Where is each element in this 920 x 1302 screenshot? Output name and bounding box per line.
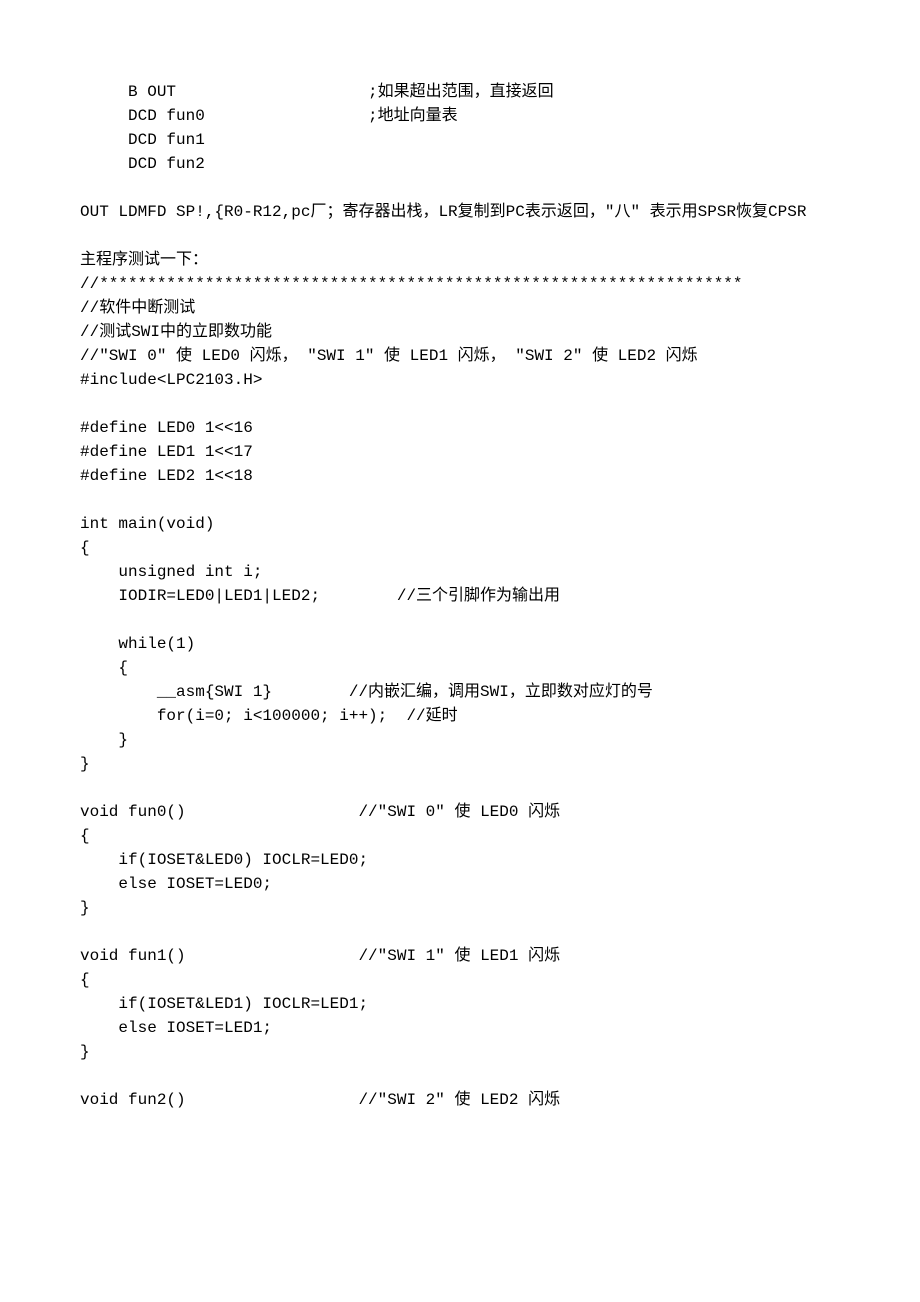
code-document: B OUT ;如果超出范围，直接返回 DCD fun0 ;地址向量表 DCD f…	[80, 80, 840, 1112]
code-line: OUT LDMFD SP!,{R0-R12,pc厂；寄存器出栈，LR复制到PC表…	[80, 200, 840, 224]
code-line: #define LED2 1<<18	[80, 464, 840, 488]
code-line: 主程序测试一下：	[80, 248, 840, 272]
code-line: //软件中断测试	[80, 296, 840, 320]
code-line	[80, 920, 840, 944]
code-line: //**************************************…	[80, 272, 840, 296]
code-line: unsigned int i;	[80, 560, 840, 584]
code-line	[80, 488, 840, 512]
code-line: int main(void)	[80, 512, 840, 536]
code-line: while(1)	[80, 632, 840, 656]
code-line: DCD fun1	[80, 128, 840, 152]
code-line: void fun1() //"SWI 1" 使 LED1 闪烁	[80, 944, 840, 968]
code-line: }	[80, 728, 840, 752]
code-line: //测试SWI中的立即数功能	[80, 320, 840, 344]
code-line: B OUT ;如果超出范围，直接返回	[80, 80, 840, 104]
code-line	[80, 176, 840, 200]
code-line: #define LED1 1<<17	[80, 440, 840, 464]
code-line: }	[80, 1040, 840, 1064]
code-line	[80, 776, 840, 800]
code-line: void fun0() //"SWI 0" 使 LED0 闪烁	[80, 800, 840, 824]
code-line: else IOSET=LED0;	[80, 872, 840, 896]
code-line: __asm{SWI 1} //内嵌汇编，调用SWI，立即数对应灯的号	[80, 680, 840, 704]
code-line: {	[80, 536, 840, 560]
code-line	[80, 392, 840, 416]
code-line: IODIR=LED0|LED1|LED2; //三个引脚作为输出用	[80, 584, 840, 608]
code-line: if(IOSET&LED1) IOCLR=LED1;	[80, 992, 840, 1016]
code-line: else IOSET=LED1;	[80, 1016, 840, 1040]
code-line: for(i=0; i<100000; i++); //延时	[80, 704, 840, 728]
code-line	[80, 608, 840, 632]
code-line: }	[80, 752, 840, 776]
code-line: DCD fun0 ;地址向量表	[80, 104, 840, 128]
code-line	[80, 1064, 840, 1088]
code-line	[80, 224, 840, 248]
code-line: #define LED0 1<<16	[80, 416, 840, 440]
code-line: {	[80, 824, 840, 848]
code-line: {	[80, 968, 840, 992]
code-line: //"SWI 0" 使 LED0 闪烁， "SWI 1" 使 LED1 闪烁， …	[80, 344, 840, 368]
code-line: if(IOSET&LED0) IOCLR=LED0;	[80, 848, 840, 872]
code-line: DCD fun2	[80, 152, 840, 176]
code-line: {	[80, 656, 840, 680]
code-line: #include<LPC2103.H>	[80, 368, 840, 392]
code-line: void fun2() //"SWI 2" 使 LED2 闪烁	[80, 1088, 840, 1112]
code-line: }	[80, 896, 840, 920]
